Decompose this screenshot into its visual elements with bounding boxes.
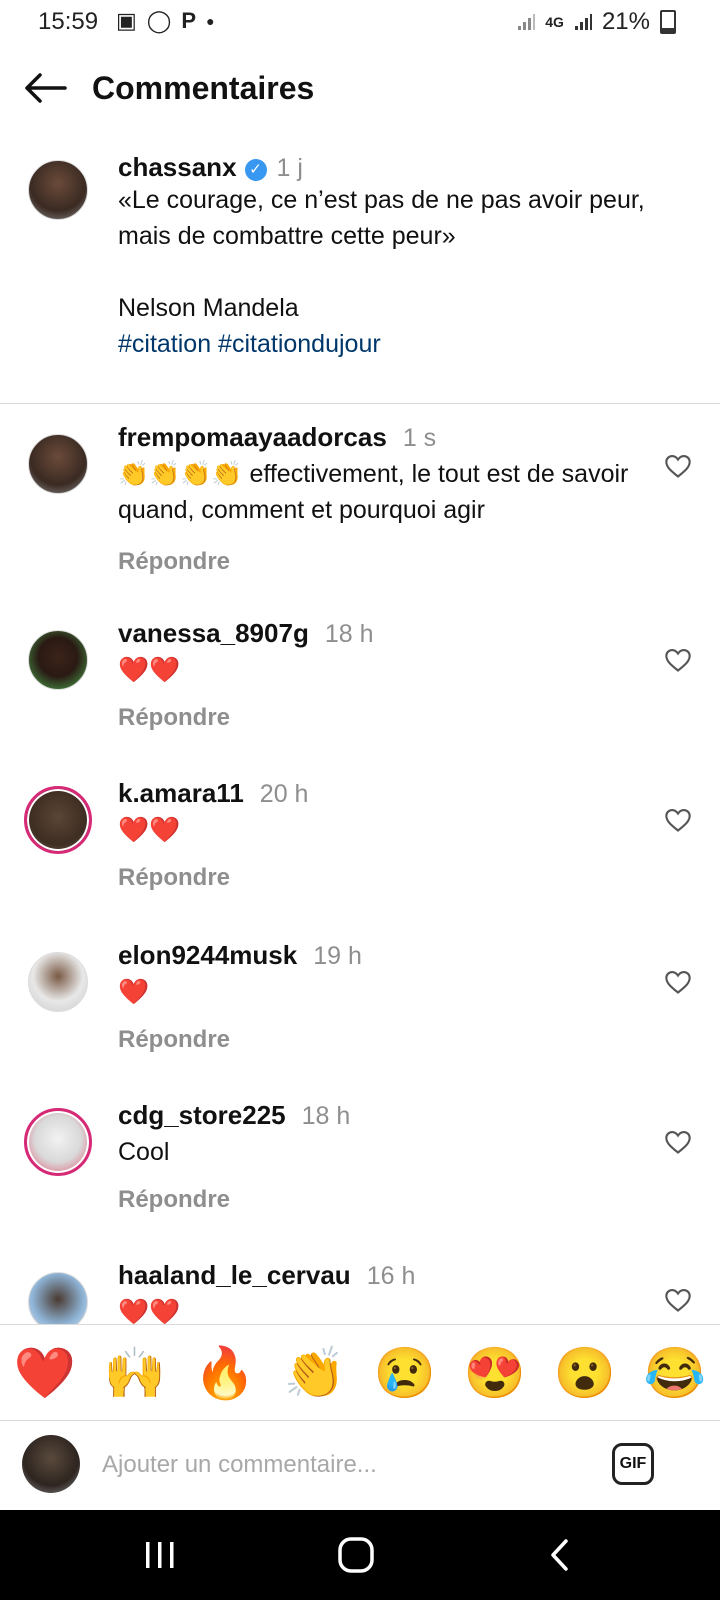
- signal-icon: [518, 14, 536, 30]
- reaction-clap-icon[interactable]: 👏: [284, 1344, 346, 1403]
- comment-text: ❤️❤️: [118, 656, 181, 684]
- comment-item: vanessa_8907g 18 h ❤️❤️ Répondre: [0, 618, 720, 748]
- comment-time: 20 h: [259, 780, 309, 808]
- comment-item: frempomaayaadorcas 1 s 👏👏👏👏 effectivement…: [0, 422, 720, 592]
- chevron-left-icon: [551, 1539, 568, 1571]
- comment-item: haaland_le_cervau 16 h ❤️❤️: [0, 1260, 720, 1324]
- home-icon: [338, 1537, 374, 1573]
- comment-username[interactable]: frempomaayaadorcas: [118, 422, 387, 452]
- comment-time: 16 h: [366, 1262, 416, 1290]
- heart-icon[interactable]: [664, 968, 692, 996]
- reply-button[interactable]: Répondre: [118, 704, 230, 732]
- home-button[interactable]: [326, 1532, 386, 1578]
- comment-username[interactable]: vanessa_8907g: [118, 618, 309, 648]
- reply-button[interactable]: Répondre: [118, 1186, 230, 1214]
- reaction-heart-icon[interactable]: ❤️: [14, 1344, 76, 1403]
- comment-text: ❤️❤️: [118, 816, 181, 844]
- avatar[interactable]: [24, 786, 92, 854]
- avatar[interactable]: [28, 1272, 88, 1324]
- comment-item: cdg_store225 18 h Cool Répondre: [0, 1100, 720, 1230]
- avatar[interactable]: [24, 1108, 92, 1176]
- recent-apps-button[interactable]: [130, 1532, 190, 1578]
- comment-text: ❤️: [118, 978, 150, 1006]
- comment-username[interactable]: cdg_store225: [118, 1100, 286, 1130]
- back-nav-button[interactable]: [530, 1532, 590, 1578]
- heart-icon[interactable]: [664, 452, 692, 480]
- recent-apps-icon: [146, 1542, 174, 1568]
- reply-button[interactable]: Répondre: [118, 1026, 230, 1054]
- battery-percent: 21%: [601, 8, 650, 35]
- avatar[interactable]: [28, 160, 88, 220]
- battery-icon: [660, 10, 676, 34]
- status-right: 4G 21%: [517, 8, 676, 36]
- comment-item: elon9244musk 19 h ❤️ Répondre: [0, 940, 720, 1070]
- reply-button[interactable]: Répondre: [118, 548, 230, 576]
- dot-icon: ●: [206, 13, 215, 29]
- comment-username[interactable]: haaland_le_cervau: [118, 1260, 351, 1290]
- gallery-icon: ▣: [116, 8, 137, 33]
- signal-icon: [574, 14, 592, 30]
- whatsapp-icon: ◯: [146, 8, 172, 33]
- heart-icon[interactable]: [664, 1286, 692, 1314]
- back-button[interactable]: [20, 68, 70, 108]
- page-title: Commentaires: [92, 70, 315, 106]
- avatar[interactable]: [28, 952, 88, 1012]
- comment-text: 👏👏👏👏 effectivement, le tout est de savoi…: [118, 460, 629, 524]
- comment-time: 18 h: [324, 620, 374, 648]
- avatar[interactable]: [28, 434, 88, 494]
- post-username[interactable]: chassanx: [118, 152, 237, 182]
- avatar[interactable]: [28, 630, 88, 690]
- comment-text: Cool: [118, 1138, 170, 1166]
- divider: [0, 403, 720, 404]
- post-text: «Le courage, ce n’est pas de ne pas avoi…: [118, 182, 678, 362]
- gif-button[interactable]: GIF: [612, 1443, 654, 1485]
- heart-icon[interactable]: [664, 646, 692, 674]
- comment-username[interactable]: k.amara11: [118, 778, 244, 808]
- comment-item: k.amara11 20 h ❤️❤️ Répondre: [0, 778, 720, 908]
- status-time: 15:59: [38, 8, 99, 35]
- notification-icons: ▣ ◯ P ●: [116, 8, 215, 34]
- comment-username[interactable]: elon9244musk: [118, 940, 297, 970]
- quick-reaction-bar: ❤️ 🙌 🔥 👏 😢 😍 😮 😂: [0, 1324, 720, 1421]
- comment-input[interactable]: [100, 1441, 584, 1489]
- heart-icon[interactable]: [664, 806, 692, 834]
- reaction-laughing-icon[interactable]: 😂: [644, 1344, 706, 1403]
- reaction-raised-hands-icon[interactable]: 🙌: [104, 1344, 166, 1403]
- reaction-crying-icon[interactable]: 😢: [374, 1344, 436, 1403]
- network-type: 4G: [545, 14, 564, 30]
- hashtags[interactable]: #citation #citationdujour: [118, 330, 381, 358]
- reaction-heart-eyes-icon[interactable]: 😍: [464, 1344, 526, 1403]
- comment-time: 18 h: [301, 1102, 351, 1130]
- header: Commentaires: [0, 56, 720, 126]
- comment-time: 19 h: [313, 942, 362, 970]
- comment-time: 1 s: [402, 424, 437, 452]
- heart-icon[interactable]: [664, 1128, 692, 1156]
- post-time: 1 j: [276, 154, 303, 182]
- parking-app-icon: P: [181, 8, 197, 33]
- verified-badge-icon: ✓: [244, 159, 267, 181]
- status-bar: 15:59 ▣ ◯ P ● 4G 21%: [0, 0, 720, 46]
- comment-text: ❤️❤️: [118, 1298, 181, 1324]
- caption-text: «Le courage, ce n’est pas de ne pas avoi…: [118, 186, 645, 322]
- system-nav-bar: [0, 1510, 720, 1600]
- arrow-left-icon: [25, 73, 67, 103]
- avatar: [22, 1435, 80, 1493]
- reaction-fire-icon[interactable]: 🔥: [194, 1344, 256, 1403]
- reply-button[interactable]: Répondre: [118, 864, 230, 892]
- comment-composer: GIF: [0, 1420, 720, 1511]
- reaction-surprised-icon[interactable]: 😮: [554, 1344, 616, 1403]
